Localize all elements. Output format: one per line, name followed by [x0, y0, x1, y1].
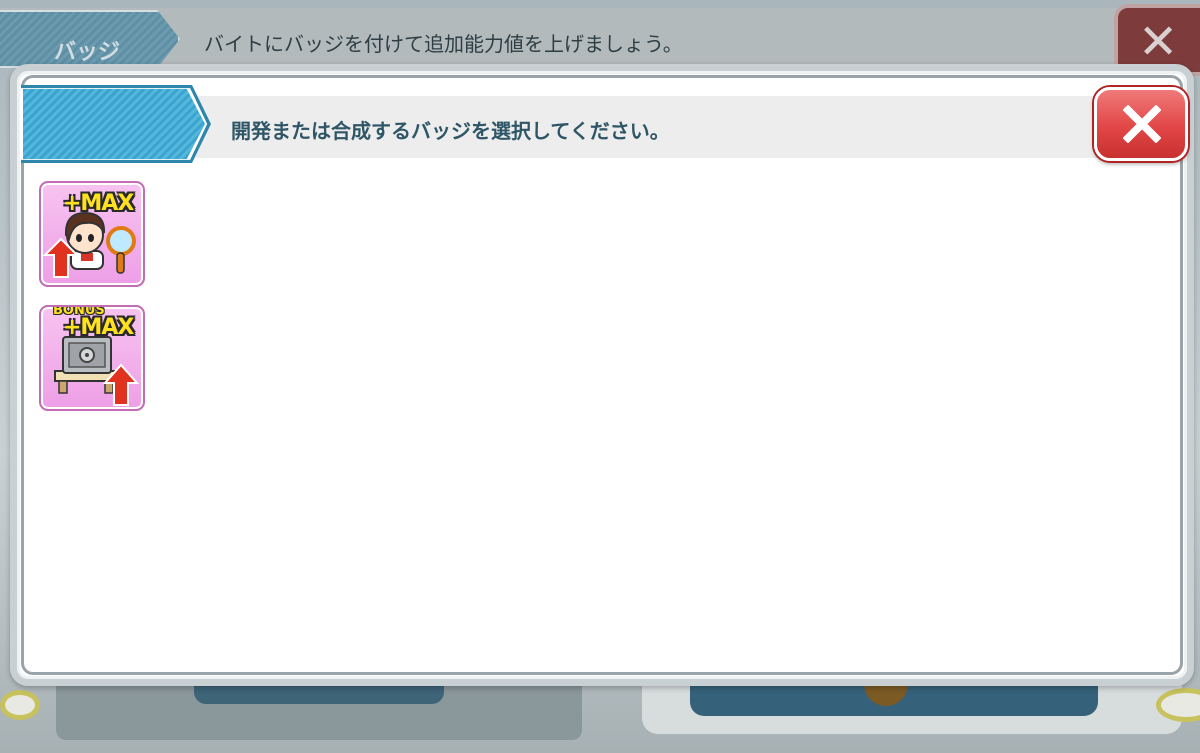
badge-max-tag: +MAX — [63, 191, 134, 216]
background-ring-left — [0, 690, 40, 720]
dialog-header-tab — [21, 85, 211, 163]
badge-max-tag: +MAX — [63, 315, 134, 340]
background-close-icon: ✕ — [1138, 14, 1179, 70]
badge-item-safe[interactable]: BONUS +MAX — [39, 305, 145, 411]
dialog-title: 開発または合成するバッジを選択してください。 — [231, 119, 670, 143]
background-instruction: バイトにバッジを付けて追加能力値を上げましょう。 — [204, 32, 683, 56]
badge-item-character-mirror[interactable]: +MAX — [39, 181, 145, 287]
dialog-frame — [21, 75, 1183, 675]
close-button[interactable] — [1094, 87, 1188, 161]
background-tab-label: バッジ — [54, 40, 121, 65]
badge-select-dialog: 開発または合成するバッジを選択してください。 +MAX BONUS +MAX — [10, 64, 1194, 686]
badge-list: +MAX BONUS +MAX — [39, 181, 159, 421]
close-x-icon — [1123, 105, 1161, 143]
